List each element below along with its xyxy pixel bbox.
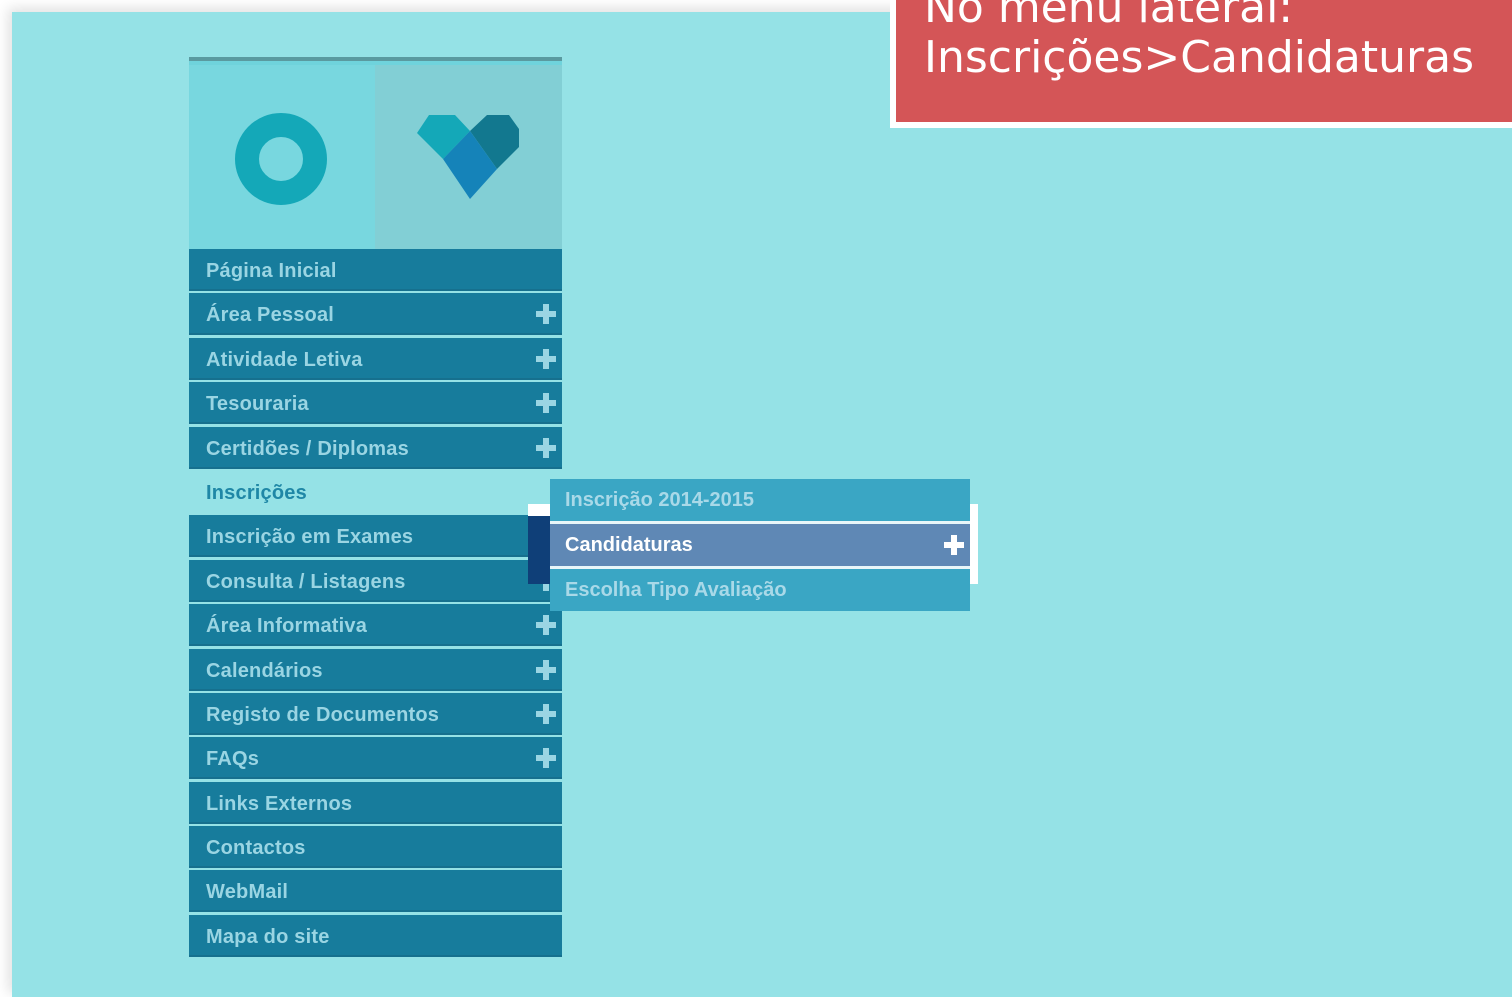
sidebar-item-label: Links Externos bbox=[206, 792, 353, 815]
plus-icon[interactable] bbox=[536, 348, 556, 369]
sidebar-item-atividade-letiva[interactable]: Atividade Letiva bbox=[189, 337, 562, 380]
callout-box: No menu lateral: Inscrições>Candidaturas bbox=[896, 0, 1512, 122]
sidebar-item-faqs[interactable]: FAQs bbox=[189, 737, 562, 780]
sidebar-item-label: Registo de Documentos bbox=[206, 703, 440, 726]
sidebar-item-area-informativa[interactable]: Área Informativa bbox=[189, 604, 562, 647]
instruction-callout: No menu lateral: Inscrições>Candidaturas bbox=[890, 0, 1512, 128]
sidebar-item-label: Consulta / Listagens bbox=[206, 570, 406, 593]
sidebar-item-label: Certidões / Diplomas bbox=[206, 437, 409, 460]
sidebar-item-calendarios[interactable]: Calendários bbox=[189, 648, 562, 691]
sidebar-item-inscricao-em-exames[interactable]: Inscrição em Exames bbox=[189, 515, 562, 558]
plus-icon[interactable] bbox=[536, 437, 556, 458]
sidebar-item-mapa-do-site[interactable]: Mapa do site bbox=[189, 914, 562, 957]
plus-icon[interactable] bbox=[536, 393, 556, 414]
sidebar-item-contactos[interactable]: Contactos bbox=[189, 826, 562, 869]
logo-area bbox=[189, 57, 562, 249]
sidebar-item-links-externos[interactable]: Links Externos bbox=[189, 781, 562, 824]
sidebar-item-registo-de-documentos[interactable]: Registo de Documentos bbox=[189, 692, 562, 735]
plus-icon[interactable] bbox=[536, 615, 556, 636]
heart-icon bbox=[417, 115, 519, 199]
sidebar-item-label: Inscrições bbox=[206, 481, 307, 504]
callout-line-1: No menu lateral: bbox=[924, 0, 1294, 33]
sidebar: Página Inicial Área Pessoal Atividade Leti… bbox=[189, 57, 562, 959]
sidebar-item-label: FAQs bbox=[206, 748, 260, 771]
submenu-item-escolha-tipo-avaliacao[interactable]: Escolha Tipo Avaliação bbox=[550, 569, 970, 611]
submenu-inscricoes: Inscrição 2014-2015 Candidaturas Escolha T… bbox=[550, 479, 970, 611]
logo-left-panel[interactable] bbox=[189, 65, 375, 249]
sidebar-item-label: WebMail bbox=[206, 881, 289, 904]
sidebar-item-label: Inscrição em Exames bbox=[206, 526, 414, 549]
submenu-item-label: Inscrição 2014-2015 bbox=[565, 489, 755, 511]
sidebar-item-tesouraria[interactable]: Tesouraria bbox=[189, 382, 562, 425]
sidebar-item-label: Tesouraria bbox=[206, 393, 309, 416]
main-menu: Página Inicial Área Pessoal Atividade Leti… bbox=[189, 249, 562, 959]
submenu-item-label: Candidaturas bbox=[565, 534, 693, 556]
sidebar-item-pagina-inicial[interactable]: Página Inicial bbox=[189, 249, 562, 291]
submenu-item-inscricao-2014-2015[interactable]: Inscrição 2014-2015 bbox=[550, 479, 970, 524]
sidebar-item-consulta-listagens[interactable]: Consulta / Listagens bbox=[189, 559, 562, 602]
plus-icon[interactable] bbox=[536, 703, 556, 724]
logo-right-panel[interactable] bbox=[375, 65, 562, 249]
sidebar-item-area-pessoal[interactable]: Área Pessoal bbox=[189, 293, 562, 336]
callout-line-2: Inscrições>Candidaturas bbox=[924, 32, 1474, 83]
sidebar-item-label: Mapa do site bbox=[206, 925, 330, 948]
plus-icon[interactable] bbox=[536, 748, 556, 769]
plus-icon[interactable] bbox=[944, 535, 964, 555]
submenu-connector bbox=[528, 516, 550, 584]
sidebar-item-certidoes-diplomas[interactable]: Certidões / Diplomas bbox=[189, 426, 562, 469]
sidebar-item-label: Área Pessoal bbox=[206, 304, 335, 327]
sidebar-item-label: Calendários bbox=[206, 659, 323, 682]
plus-icon[interactable] bbox=[536, 659, 556, 680]
sidebar-item-webmail[interactable]: WebMail bbox=[189, 870, 562, 913]
sidebar-item-label: Atividade Letiva bbox=[206, 348, 363, 371]
ring-icon bbox=[235, 113, 327, 205]
sidebar-item-inscricoes[interactable]: Inscrições bbox=[189, 470, 562, 513]
plus-icon[interactable] bbox=[536, 304, 556, 325]
sidebar-item-label: Página Inicial bbox=[206, 260, 337, 282]
submenu-item-label: Escolha Tipo Avaliação bbox=[565, 579, 787, 601]
submenu-item-candidaturas[interactable]: Candidaturas bbox=[550, 524, 970, 569]
sidebar-item-label: Área Informativa bbox=[206, 615, 368, 638]
sidebar-item-label: Contactos bbox=[206, 837, 306, 860]
